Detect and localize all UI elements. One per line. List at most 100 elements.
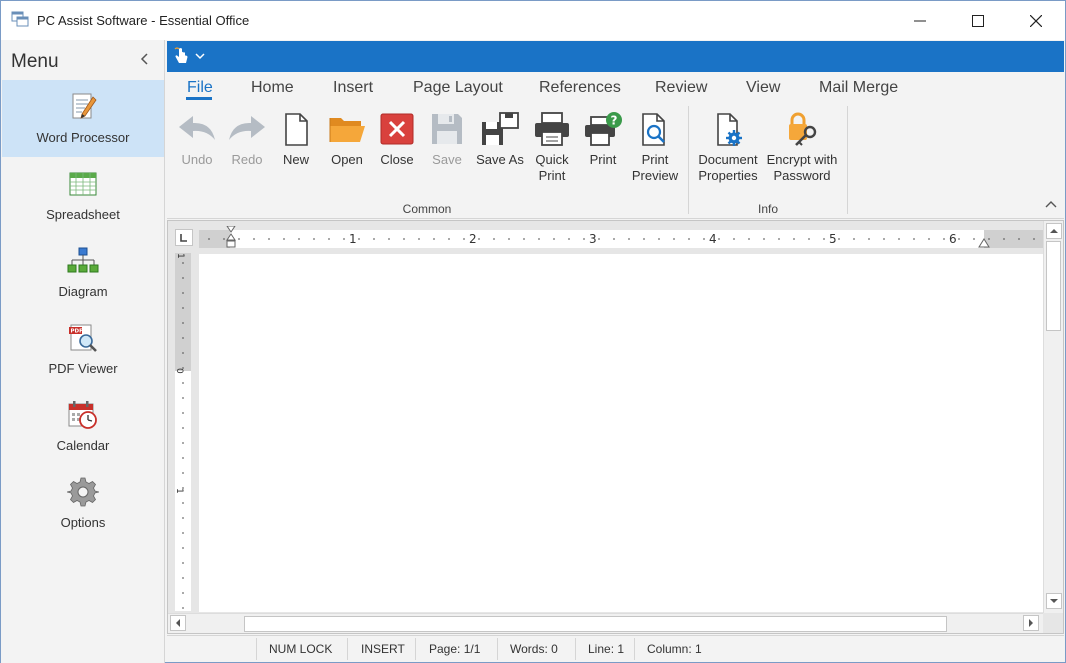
document-properties-button[interactable]: Document Properties: [695, 112, 761, 192]
tab-stop-selector[interactable]: [175, 229, 193, 246]
save-button[interactable]: Save: [423, 112, 471, 192]
group-separator: [688, 106, 689, 214]
status-separator: [415, 638, 416, 660]
page-count: Page: 1/1: [429, 642, 481, 656]
sidebar-item-options[interactable]: Options: [2, 465, 164, 542]
scroll-up-icon: [1050, 229, 1058, 233]
horizontal-scroll-thumb[interactable]: [244, 616, 947, 632]
ruler-number: 6: [949, 232, 957, 246]
horizontal-scrollbar[interactable]: [168, 613, 1043, 633]
maximize-button[interactable]: [949, 1, 1007, 40]
save-as-icon: [482, 112, 519, 145]
tab-insert[interactable]: Insert: [333, 79, 373, 97]
word-processor-icon: [72, 93, 97, 119]
scroll-down-button[interactable]: [1046, 593, 1062, 609]
ruler-number: 1: [349, 232, 357, 246]
column-indicator: Column: 1: [647, 642, 702, 656]
tab-home[interactable]: Home: [251, 79, 294, 97]
folder-open-icon: [329, 118, 365, 142]
status-bar: NUM LOCK INSERT Page: 1/1 Words: 0 Line:…: [167, 635, 1064, 662]
scroll-right-icon: [1029, 619, 1033, 627]
save-icon: [432, 114, 462, 144]
title-bar: PC Assist Software - Essential Office: [1, 1, 1065, 40]
scroll-down-icon: [1050, 599, 1058, 603]
document-area: 1 2 3 4 5 6 1 0 1: [167, 220, 1064, 634]
sidebar-item-label: Options: [60, 515, 106, 530]
ruler-number: 1: [174, 488, 184, 494]
scroll-left-icon: [176, 619, 180, 627]
minimize-button[interactable]: [891, 1, 949, 40]
scroll-up-button[interactable]: [1046, 223, 1062, 239]
ruler-number: 4: [709, 232, 717, 246]
sidebar-item-label: Word Processor: [36, 130, 130, 145]
svg-text:?: ?: [611, 114, 618, 128]
sidebar: Menu Word Processor Spreadsheet Diagram …: [1, 40, 165, 663]
tab-view[interactable]: View: [746, 79, 780, 97]
quick-access-toolbar: [167, 41, 1064, 72]
print-preview-button[interactable]: Print Preview: [629, 112, 681, 192]
document-page[interactable]: [199, 254, 1043, 612]
redo-icon: [229, 116, 265, 140]
sidebar-item-label: Spreadsheet: [46, 207, 120, 222]
sidebar-item-word-processor[interactable]: Word Processor: [2, 80, 164, 157]
tab-references[interactable]: References: [539, 79, 621, 97]
tab-review[interactable]: Review: [655, 79, 707, 97]
open-button[interactable]: Open: [321, 112, 373, 192]
chevron-up-icon[interactable]: [1044, 198, 1058, 212]
close-document-button[interactable]: Close: [373, 112, 421, 192]
app-window: PC Assist Software - Essential Office Me…: [0, 0, 1066, 663]
chevron-down-icon[interactable]: [195, 51, 205, 61]
chevron-left-icon[interactable]: [138, 52, 152, 66]
horizontal-ruler[interactable]: 1 2 3 4 5 6: [199, 226, 1043, 250]
ruler-number: 5: [829, 232, 837, 246]
gear-icon: [67, 477, 99, 507]
active-tab-indicator: [186, 97, 212, 100]
print-preview-icon: [642, 113, 665, 146]
status-separator: [634, 638, 635, 660]
group-label-common: Common: [402, 202, 452, 216]
pdf-viewer-icon: PDF: [69, 324, 97, 352]
status-separator: [497, 638, 498, 660]
ruler-number: 0: [174, 368, 184, 374]
status-separator: [256, 638, 257, 660]
vertical-ruler[interactable]: 1 0 1: [173, 253, 193, 611]
close-document-icon: [380, 113, 414, 145]
sidebar-item-pdf-viewer[interactable]: PDF PDF Viewer: [2, 311, 164, 388]
sidebar-title: Menu: [11, 51, 59, 72]
quick-print-icon: [535, 112, 569, 146]
num-lock-indicator: NUM LOCK: [269, 642, 333, 656]
undo-button[interactable]: Undo: [171, 112, 223, 192]
sidebar-item-label: Diagram: [58, 284, 108, 299]
sidebar-item-spreadsheet[interactable]: Spreadsheet: [2, 157, 164, 234]
minimize-icon: [914, 20, 926, 21]
encrypt-with-password-button[interactable]: Encrypt with Password: [765, 112, 839, 192]
ruler-number: 1: [175, 253, 185, 259]
tab-page-layout[interactable]: Page Layout: [413, 79, 503, 97]
save-as-button[interactable]: Save As: [473, 112, 527, 192]
line-indicator: Line: 1: [588, 642, 625, 656]
close-icon: [1030, 14, 1042, 27]
group-separator: [847, 106, 848, 214]
print-button[interactable]: ? Print: [579, 112, 627, 192]
new-button[interactable]: New: [273, 112, 319, 192]
tab-file[interactable]: File: [187, 79, 213, 97]
ribbon-tabs: File Home Insert Page Layout References …: [167, 72, 1064, 104]
sidebar-item-calendar[interactable]: Calendar: [2, 388, 164, 465]
tab-mail-merge[interactable]: Mail Merge: [819, 79, 898, 97]
vertical-scroll-thumb[interactable]: [1046, 241, 1061, 331]
group-label-info: Info: [757, 202, 778, 216]
scroll-right-button[interactable]: [1023, 615, 1039, 631]
status-separator: [347, 638, 348, 660]
quick-print-button[interactable]: Quick Print: [529, 112, 575, 192]
sidebar-item-diagram[interactable]: Diagram: [2, 234, 164, 311]
close-window-button[interactable]: [1007, 1, 1065, 40]
undo-icon: [179, 116, 215, 140]
sidebar-item-label: Calendar: [56, 438, 110, 453]
lock-key-icon: [789, 112, 817, 146]
vertical-scrollbar[interactable]: [1043, 221, 1063, 613]
scroll-left-button[interactable]: [170, 615, 186, 631]
touch-mode-icon[interactable]: [173, 47, 189, 65]
new-document-icon: [285, 113, 308, 146]
redo-button[interactable]: Redo: [221, 112, 273, 192]
insert-mode-indicator: INSERT: [361, 642, 405, 656]
